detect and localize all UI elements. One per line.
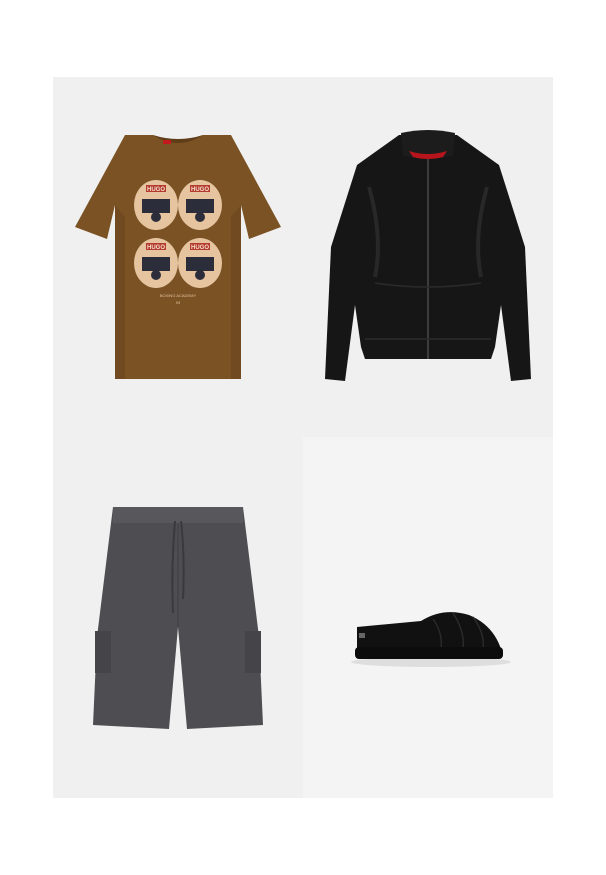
product-tile-slipper[interactable] — [303, 437, 553, 798]
cargo-shorts-image — [53, 437, 303, 798]
print-caption: BOXING ACADEMY — [160, 293, 197, 298]
print-brand-text-2: HUGO — [191, 187, 209, 193]
leather-jacket-image — [303, 77, 553, 437]
tshirt-image: HUGO HUGO HUGO HUGO BOXING ACADEMY 93 — [53, 77, 303, 437]
slipper-image — [303, 437, 553, 798]
product-tile-tshirt[interactable]: HUGO HUGO HUGO HUGO BOXING ACADEMY 93 — [53, 77, 303, 437]
print-brand-text-3: HUGO — [147, 245, 165, 251]
product-tile-jacket[interactable] — [303, 77, 553, 437]
print-brand-text-1: HUGO — [147, 187, 165, 193]
print-brand-text-4: HUGO — [191, 245, 209, 251]
print-number: 93 — [176, 300, 181, 305]
product-tile-shorts[interactable] — [53, 437, 303, 798]
